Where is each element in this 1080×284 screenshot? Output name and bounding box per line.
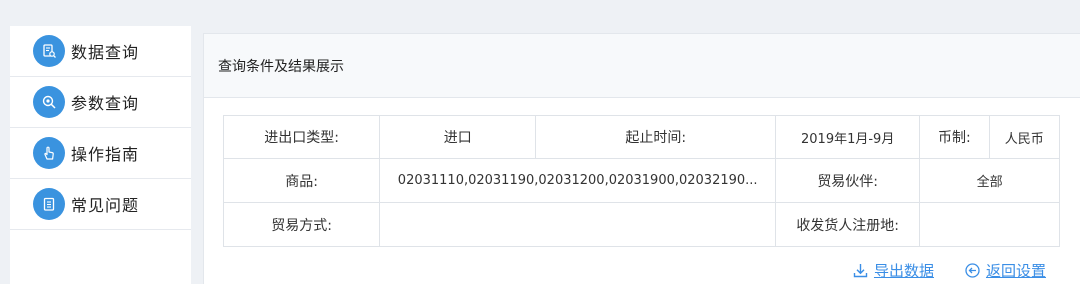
back-to-settings-button[interactable]: 返回设置 bbox=[964, 260, 1046, 281]
table-row: 进出口类型: 进口 起止时间: 2019年1月-9月 币制: 人民币 bbox=[222, 115, 1061, 159]
document-search-icon bbox=[33, 35, 65, 67]
currency-label: 币制: bbox=[919, 115, 990, 159]
partner-label: 贸易伙伴: bbox=[775, 158, 921, 203]
sidebar-item-data-query[interactable]: 数据查询 bbox=[10, 26, 191, 77]
hand-pointer-icon bbox=[33, 137, 65, 169]
ie-type-label: 进出口类型: bbox=[222, 115, 381, 159]
period-value: 2019年1月-9月 bbox=[775, 115, 921, 159]
consignee-value bbox=[919, 202, 1060, 247]
query-conditions-table: 进出口类型: 进口 起止时间: 2019年1月-9月 币制: 人民币 商品: 0… bbox=[222, 115, 1061, 247]
clipboard-icon bbox=[33, 188, 65, 220]
sidebar-item-param-query[interactable]: 参数查询 bbox=[10, 77, 191, 128]
sidebar-item-label: 参数查询 bbox=[71, 94, 140, 113]
trade-mode-value bbox=[379, 202, 777, 247]
period-label: 起止时间: bbox=[535, 115, 777, 159]
panel-actions: 导出数据 返回设置 bbox=[852, 260, 1046, 281]
sidebar-item-faq[interactable]: 常见问题 bbox=[10, 179, 191, 230]
sidebar-item-label: 操作指南 bbox=[71, 145, 140, 164]
goods-value: 02031110,02031190,02031200,02031900,0203… bbox=[379, 158, 777, 203]
sidebar-item-label: 常见问题 bbox=[71, 196, 140, 215]
export-data-button[interactable]: 导出数据 bbox=[852, 260, 934, 281]
panel-title: 查询条件及结果展示 bbox=[204, 34, 1080, 98]
back-to-settings-label: 返回设置 bbox=[985, 262, 1046, 280]
query-result-panel: 查询条件及结果展示 进出口类型: 进口 起止时间: 2019年1月-9月 币制:… bbox=[203, 33, 1080, 284]
back-arrow-icon bbox=[965, 263, 980, 278]
table-row: 商品: 02031110,02031190,02031200,02031900,… bbox=[222, 158, 1060, 203]
sidebar: 数据查询 参数查询 操作指南 常见问题 bbox=[10, 26, 191, 284]
export-data-label: 导出数据 bbox=[873, 262, 934, 280]
table-row: 贸易方式: 收发货人注册地: bbox=[222, 202, 1060, 247]
consignee-label: 收发货人注册地: bbox=[775, 202, 921, 247]
partner-value: 全部 bbox=[919, 158, 1060, 203]
ie-type-value: 进口 bbox=[379, 115, 537, 159]
sidebar-item-label: 数据查询 bbox=[71, 43, 140, 62]
currency-value: 人民币 bbox=[988, 115, 1061, 159]
goods-label: 商品: bbox=[222, 158, 381, 203]
download-icon bbox=[853, 264, 868, 278]
magnifier-icon bbox=[33, 86, 65, 118]
sidebar-item-guide[interactable]: 操作指南 bbox=[10, 128, 191, 179]
trade-mode-label: 贸易方式: bbox=[222, 202, 381, 247]
